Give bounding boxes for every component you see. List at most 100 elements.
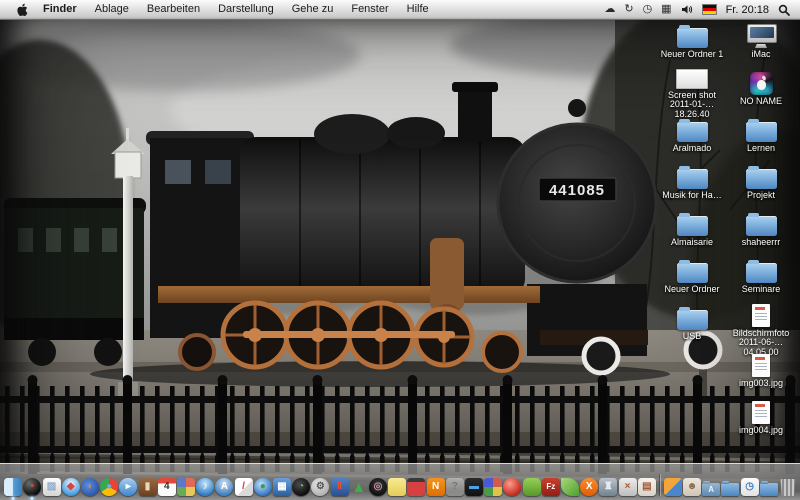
menu-hilfe[interactable]: Hilfe [398,3,438,15]
apple-menu-icon[interactable] [10,3,34,17]
folder-icon [677,28,708,48]
disk-icon [750,72,773,95]
stickies-icon[interactable] [388,472,406,496]
mosaic-game-icon[interactable] [484,472,502,496]
ichat-icon[interactable]: ▸ [119,472,137,496]
ical-icon[interactable]: 4 [158,472,176,496]
menu-clock[interactable]: Fr. 20:18 [726,4,769,16]
desktop-icon-imac[interactable]: iMac [728,21,794,68]
desktop-icon-img004-jpg[interactable]: img004.jpg [728,397,794,444]
menu-bar-left: FinderAblageBearbeitenDarstellungGehe zu… [0,0,438,19]
green-leaf-icon[interactable] [561,472,579,496]
desktop-icon-label: Almaisarie [671,238,713,247]
tools-app-icon[interactable]: × [619,472,637,496]
sync-icon[interactable]: ↻ [624,0,633,19]
menu-items: FinderAblageBearbeitenDarstellungGehe zu… [34,0,438,19]
safari-icon[interactable]: ◆ [62,472,80,496]
clock-icon[interactable]: ◷ [643,0,653,19]
desktop-icon-aralmado[interactable]: Aralmado [659,115,725,162]
desktop-icon-usb[interactable]: USB [659,303,725,350]
xampp-icon-glyph: X [586,482,593,492]
menu-gehe-zu[interactable]: Gehe zu [283,3,343,15]
dark-green-dial-icon-glyph: ◔ [298,482,304,492]
blue-photo-icon[interactable]: ‖ [330,472,348,496]
chrome-icon[interactable]: ● [100,472,118,496]
desktop-icon-musik-for-ha[interactable]: Musik for Ha… [659,162,725,209]
google-earth-icon-glyph: ● [260,482,266,492]
applications-stack-icon[interactable]: A [702,472,720,496]
itunes-icon[interactable]: ♪ [196,472,214,496]
applications-stack-icon-glyph: A [708,486,714,494]
preview-icon-glyph: ▨ [47,482,56,492]
red-sphere-icon[interactable] [503,472,521,496]
desktop-icon-seminare[interactable]: Seminare [728,256,794,303]
desktop-icon-almaisarie[interactable]: Almaisarie [659,209,725,256]
blue-photo-icon-glyph: ‖ [337,482,342,492]
desktop-icons-right-column: iMac NO NAME Lernen Projekt shaheerrrSeminar… [728,21,794,444]
address-book-icon[interactable]: ▮ [138,472,156,496]
castle-app-icon-glyph: ♜ [604,482,613,492]
white-red-app-icon[interactable]: / [234,472,252,496]
desktop-icon-lernen[interactable]: Lernen [728,115,794,162]
desktop-icon-neuer-ordner[interactable]: Neuer Ordner [659,256,725,303]
downloads-folder-icon[interactable] [760,472,778,496]
green-pyramid-icon-glyph: ▲ [351,480,366,495]
building-app-icon-glyph: ▤ [642,482,651,492]
app-store-icon[interactable]: A [215,472,233,496]
trash-icon[interactable] [779,472,797,496]
aperture-icon[interactable]: ◎ [369,472,387,496]
documents-stack-icon[interactable] [721,472,739,496]
desktop-icon-label: img003.jpg [739,379,783,388]
clock-doc-icon[interactable]: ◷ [740,472,758,496]
google-earth-icon[interactable]: ● [254,472,272,496]
castle-app-icon[interactable]: ♜ [599,472,617,496]
spotlight-icon[interactable] [778,4,790,16]
folder-icon [746,169,777,189]
desktop-icon-label: Neuer Ordner 1 [661,50,724,59]
photos-icon[interactable] [177,472,195,496]
desktop-icon-screen-shot[interactable]: Screen shot2011-01-…18.26.40 [659,68,725,115]
keyboard-flag-de-icon[interactable] [702,4,717,15]
desktop-icon-bildschirmfoto[interactable]: Bildschirmfoto2011-06-…04.05.00 [728,303,794,350]
desktop-icon-label: Projekt [747,191,775,200]
desktop-icon-no-name[interactable]: NO NAME [728,68,794,115]
red-marker-icon[interactable] [407,472,425,496]
menu-fenster[interactable]: Fenster [342,3,397,15]
spaces-icon[interactable]: ▦ [661,0,671,19]
dark-green-dial-icon[interactable]: ◔ [292,472,310,496]
orange-blue-app-icon[interactable] [664,472,682,496]
desktop-icon-projekt[interactable]: Projekt [728,162,794,209]
person-app-icon-glyph: ☻ [687,482,698,492]
safari-icon-glyph: ◆ [67,482,75,492]
desktop-icon-label: Lernen [747,144,775,153]
filezilla-icon[interactable]: Fz [542,472,560,496]
menu-darstellung[interactable]: Darstellung [209,3,283,15]
menu-bearbeiten[interactable]: Bearbeiten [138,3,209,15]
firefox-icon[interactable]: ◗ [81,472,99,496]
white-red-app-icon-glyph: / [242,482,245,492]
green-pyramid-icon[interactable]: ▲ [350,472,368,496]
blue-screen-icon[interactable]: ▬ [465,472,483,496]
volume-icon[interactable] [681,4,693,15]
desktop-icon-img003-jpg[interactable]: img003.jpg [728,350,794,397]
menu-finder[interactable]: Finder [34,3,86,15]
ical-icon-glyph: 4 [164,482,170,492]
faint-app-icon[interactable]: ? [446,472,464,496]
building-app-icon[interactable]: ▤ [638,472,656,496]
desktop-icon-label: iMac [751,50,770,59]
preview-icon[interactable]: ▨ [42,472,60,496]
desktop-icon-shaheerrr[interactable]: shaheerrr [728,209,794,256]
gear-app-icon[interactable]: ⚙ [311,472,329,496]
blue-grid-icon[interactable]: ▦ [273,472,291,496]
cloud-icon[interactable]: ☁ [604,0,615,19]
dark-lens-icon[interactable]: • [23,472,41,496]
xampp-icon[interactable]: X [580,472,598,496]
folder-icon [746,263,777,283]
desktop-icon-neuer-ordner-1[interactable]: Neuer Ordner 1 [659,21,725,68]
person-app-icon[interactable]: ☻ [683,472,701,496]
finder-icon[interactable] [4,472,22,496]
green-creature-icon[interactable] [522,472,540,496]
document-icon [752,304,770,327]
orange-n-icon[interactable]: N [426,472,444,496]
menu-ablage[interactable]: Ablage [86,3,138,15]
